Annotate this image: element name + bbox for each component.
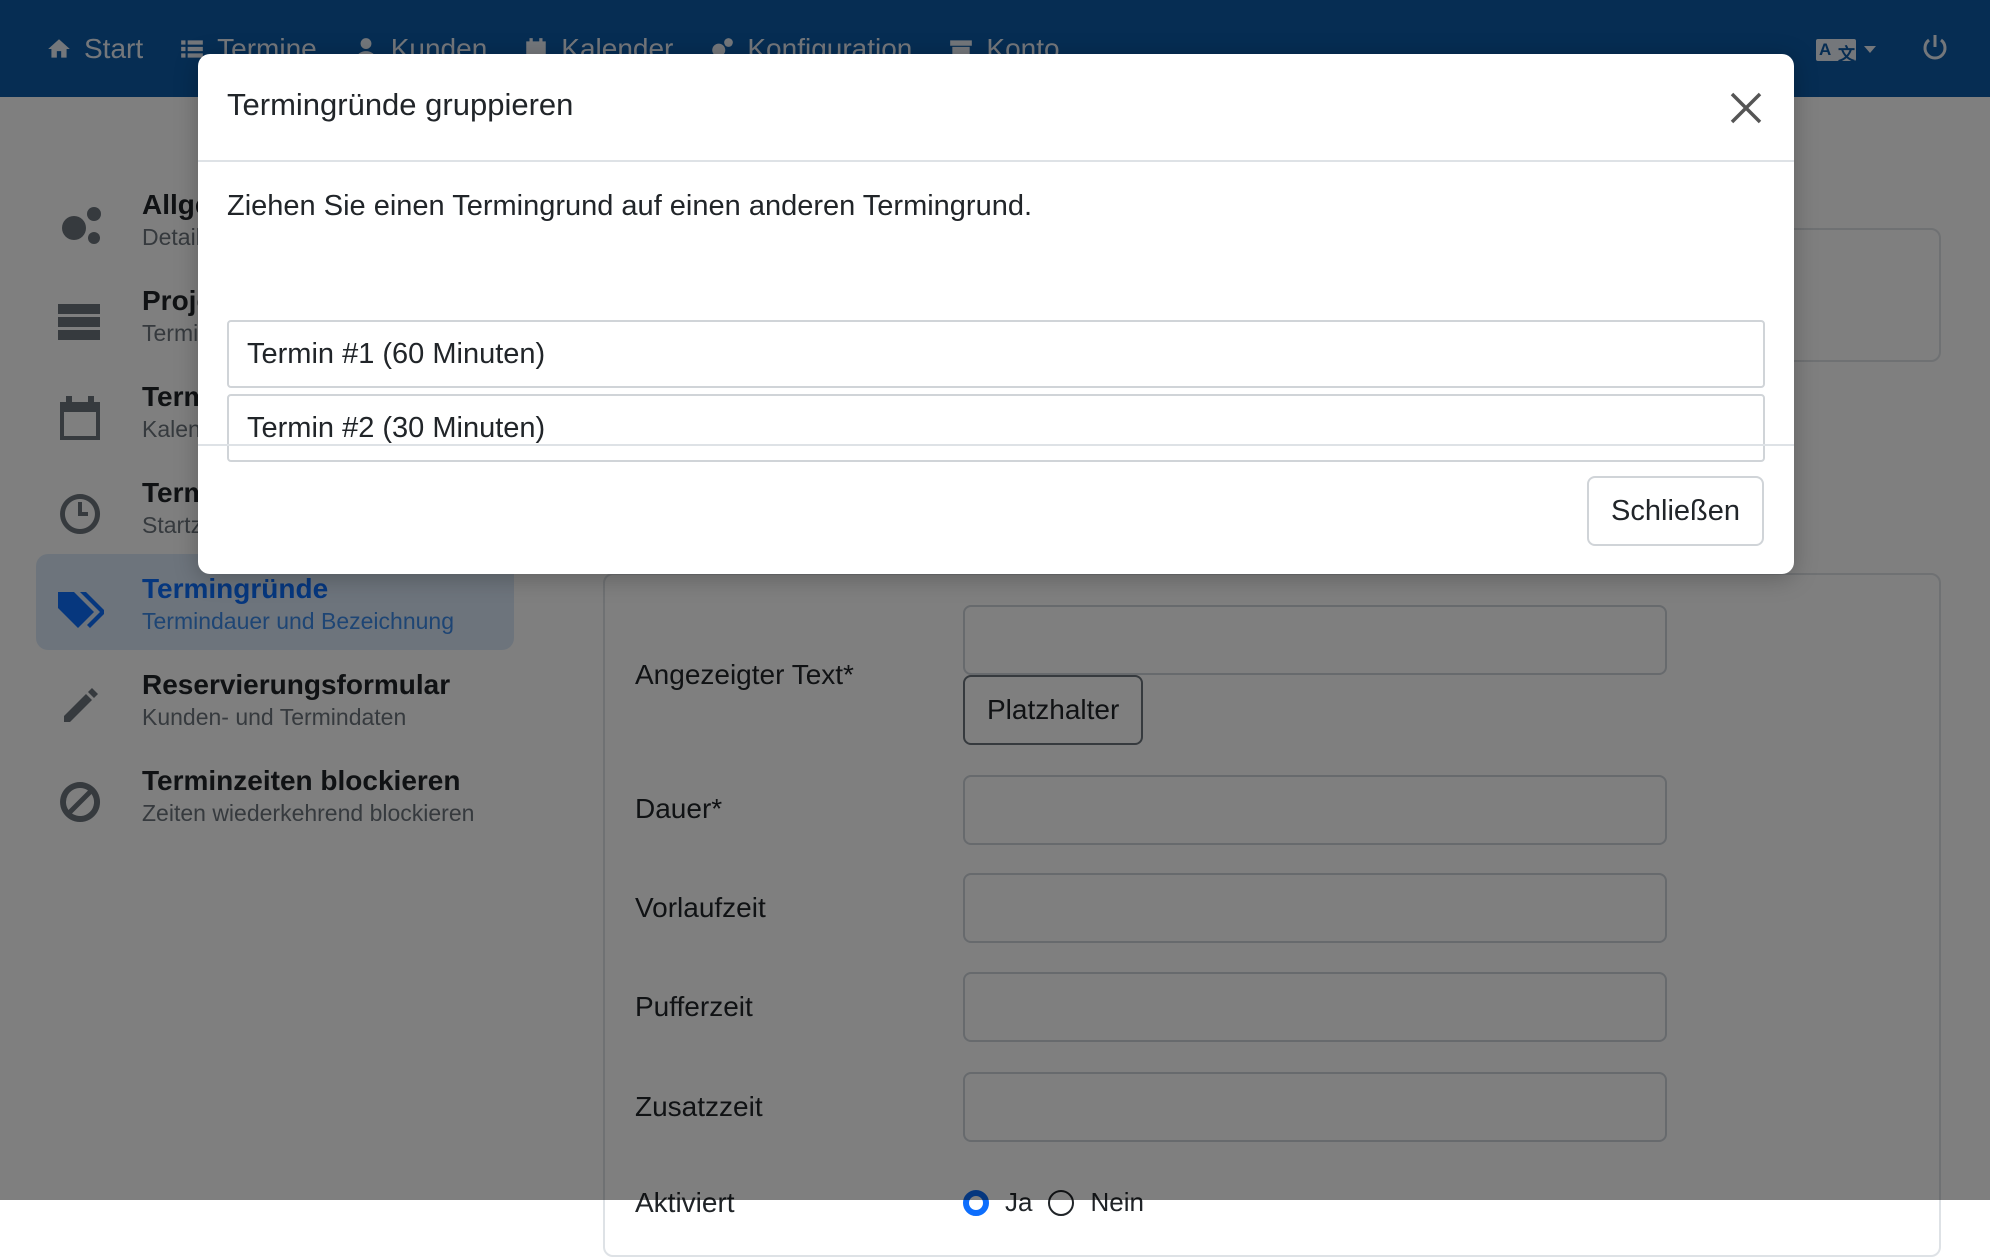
close-icon [1730,92,1762,124]
modal-header: Termingründe gruppieren [198,54,1794,162]
modal-footer: Schließen [198,444,1794,574]
modal-title: Termingründe gruppieren [227,87,574,122]
schliessen-button[interactable]: Schließen [1587,476,1764,546]
list-item[interactable]: Termin #1 (60 Minuten) [227,320,1765,388]
group-modal: Termingründe gruppieren Ziehen Sie einen… [198,54,1794,574]
modal-close-button[interactable] [1728,90,1764,126]
modal-hint: Ziehen Sie einen Termingrund auf einen a… [227,190,1033,222]
